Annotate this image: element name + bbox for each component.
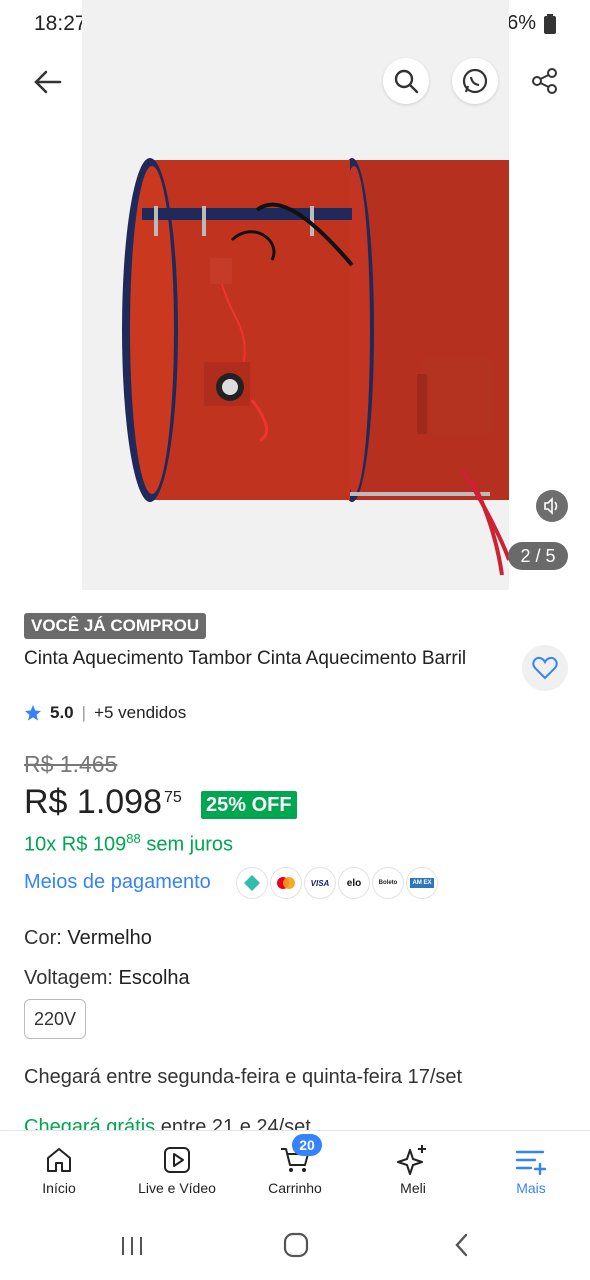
voltage-value: Escolha — [118, 967, 190, 989]
voltage-label: Voltagem: — [24, 967, 119, 989]
nav-meli[interactable]: Meli — [354, 1140, 472, 1196]
purchased-badge: VOCÊ JÁ COMPROU — [24, 613, 207, 639]
installments-suffix: sem juros — [140, 833, 234, 856]
rating-value: 5.0 — [50, 703, 74, 722]
image-counter: 2 / 5 — [508, 542, 568, 570]
payment-icons: VISA elo Boleto AM EX — [236, 867, 438, 899]
product-photo-illustration — [82, 0, 509, 590]
installments-prefix: 10x R$ 109 — [24, 833, 127, 856]
mastercard-icon — [270, 867, 302, 899]
chevron-left-icon — [455, 1233, 468, 1257]
amex-icon: AM EX — [406, 867, 438, 899]
payment-methods-link[interactable]: Meios de pagamento — [24, 871, 211, 894]
mute-video-button[interactable] — [536, 490, 568, 522]
search-button[interactable] — [383, 58, 429, 104]
play-icon — [164, 1147, 190, 1173]
search-icon — [394, 69, 419, 94]
voltage-option-220v[interactable]: 220V — [24, 999, 86, 1039]
home-circle-icon — [283, 1232, 309, 1258]
installments: 10x R$ 10988 sem juros — [24, 831, 233, 857]
visa-icon: VISA — [304, 867, 336, 899]
nav-live-video[interactable]: Live e Vídeo — [118, 1140, 236, 1196]
boleto-icon: Boleto — [372, 867, 404, 899]
divider: | — [81, 703, 87, 722]
nav-cart-label: Carrinho — [268, 1180, 322, 1196]
back-button[interactable] — [30, 64, 66, 100]
rating-row[interactable]: 5.0 | +5 vendidos — [24, 703, 186, 723]
color-variation: Cor: Vermelho — [24, 927, 152, 950]
volume-icon — [544, 497, 558, 515]
share-icon — [532, 68, 557, 94]
color-value: Vermelho — [67, 927, 152, 949]
discount-badge: 25% OFF — [201, 791, 297, 819]
arrow-left-icon — [34, 70, 62, 94]
status-time: 18:27 — [34, 12, 87, 35]
whatsapp-icon — [462, 68, 488, 94]
elo-icon: elo — [338, 867, 370, 899]
nav-more-label: Mais — [516, 1180, 546, 1196]
heart-icon — [532, 656, 558, 680]
favorite-button[interactable] — [522, 645, 568, 691]
sparkle-icon — [397, 1145, 426, 1175]
current-price: R$ 1.098 75 — [24, 783, 182, 822]
system-navigation — [0, 1216, 590, 1280]
nav-more[interactable]: Mais — [472, 1140, 590, 1196]
menu-plus-icon — [515, 1150, 547, 1175]
nav-home-label: Início — [42, 1180, 76, 1196]
recent-apps-icon — [122, 1237, 142, 1255]
delivery-estimate: Chegará entre segunda-feira e quinta-fei… — [24, 1066, 463, 1088]
share-button[interactable] — [528, 64, 562, 98]
voltage-variation: Voltagem: Escolha — [24, 967, 190, 990]
original-price: R$ 1.465 — [24, 751, 118, 777]
nav-home[interactable]: Início — [0, 1140, 118, 1196]
price-integer: R$ 1.098 — [24, 783, 162, 821]
star-icon — [25, 705, 41, 721]
battery-icon — [544, 13, 556, 34]
nav-live-video-label: Live e Vídeo — [138, 1180, 216, 1196]
installments-cents: 88 — [126, 831, 141, 846]
pix-icon — [236, 867, 268, 899]
sold-count: +5 vendidos — [94, 703, 187, 722]
recent-apps-button[interactable] — [120, 1234, 144, 1263]
nav-meli-label: Meli — [400, 1180, 426, 1196]
home-icon — [47, 1148, 71, 1172]
product-title: Cinta Aquecimento Tambor Cinta Aquecimen… — [24, 648, 467, 669]
home-system-button[interactable] — [283, 1232, 309, 1263]
cart-count-badge: 20 — [292, 1134, 322, 1156]
whatsapp-share-button[interactable] — [452, 58, 498, 104]
product-image[interactable] — [82, 0, 509, 590]
amex-label: AM EX — [410, 878, 434, 888]
price-cents: 75 — [164, 789, 182, 806]
color-label: Cor: — [24, 927, 68, 949]
back-system-button[interactable] — [452, 1232, 472, 1263]
